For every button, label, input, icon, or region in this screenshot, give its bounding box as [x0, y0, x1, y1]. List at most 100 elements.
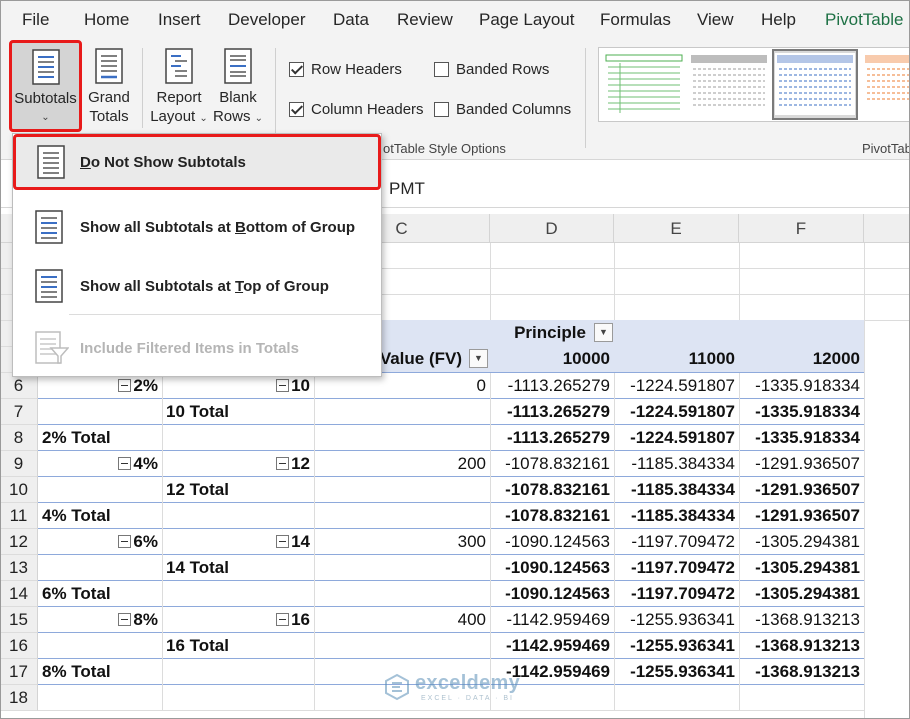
tab-page-layout[interactable]: Page Layout [479, 10, 574, 30]
pivot-cell-a[interactable]: 2% Total [38, 425, 162, 451]
report-layout-button[interactable]: Report Layout ⌄ [149, 48, 209, 128]
column-header-g[interactable] [864, 214, 910, 243]
pivot-cell-a[interactable]: 4% Total [38, 503, 162, 529]
pivot-cell-d[interactable]: -1078.832161 [490, 477, 614, 503]
tab-view[interactable]: View [697, 10, 734, 30]
collapse-minus-icon[interactable] [118, 535, 131, 548]
pivot-cell-f[interactable]: -1368.913213 [739, 607, 864, 633]
collapse-minus-icon[interactable] [118, 379, 131, 392]
pivot-cell-b[interactable]: 16 Total [162, 633, 314, 659]
pivot-cell-d[interactable]: -1090.124563 [490, 529, 614, 555]
tab-formulas[interactable]: Formulas [600, 10, 671, 30]
pivot-cell-a[interactable]: 8% [38, 607, 162, 633]
tab-developer[interactable]: Developer [228, 10, 306, 30]
pivot-cell-c[interactable]: 300 [314, 529, 490, 555]
pivot-cell-e[interactable]: -1185.384334 [614, 503, 739, 529]
formula-bar-text[interactable]: PMT [389, 179, 425, 199]
pivot-cell-a[interactable]: 4% [38, 451, 162, 477]
subtotals-button[interactable]: Subtotals ⌄ [9, 40, 82, 132]
pivot-cell-c[interactable]: 400 [314, 607, 490, 633]
pivot-cell-e[interactable]: -1224.591807 [614, 425, 739, 451]
column-field-filter-button[interactable]: ▼ [594, 323, 613, 342]
pivot-cell-e[interactable]: -1224.591807 [614, 373, 739, 399]
row-header[interactable]: 10 [0, 477, 38, 503]
pivot-cell-d[interactable]: -1078.832161 [490, 503, 614, 529]
row-header[interactable]: 7 [0, 399, 38, 425]
pivot-cell-b[interactable]: 14 [162, 529, 314, 555]
pivot-cell-a[interactable]: 8% Total [38, 659, 162, 685]
row-header[interactable]: 17 [0, 659, 38, 685]
pivot-style-thumbnail-orange[interactable] [863, 53, 909, 115]
column-headers-checkbox[interactable]: Column Headers [289, 101, 424, 118]
pivot-cell-f[interactable]: -1305.294381 [739, 529, 864, 555]
tab-home[interactable]: Home [84, 10, 129, 30]
pivot-cell-e[interactable]: -1185.384334 [614, 477, 739, 503]
pivot-cell-e[interactable]: -1197.709472 [614, 581, 739, 607]
column-header-e[interactable]: E [614, 214, 739, 243]
value-field-filter-button[interactable]: ▼ [469, 349, 488, 368]
pivot-cell-b[interactable]: 12 [162, 451, 314, 477]
pivot-cell-f[interactable]: -1305.294381 [739, 555, 864, 581]
row-header[interactable]: 13 [0, 555, 38, 581]
pivot-cell-d[interactable]: -1113.265279 [490, 425, 614, 451]
pivot-cell-c[interactable]: 200 [314, 451, 490, 477]
pivot-cell-b[interactable]: 12 Total [162, 477, 314, 503]
collapse-minus-icon[interactable] [276, 613, 289, 626]
row-header[interactable]: 8 [0, 425, 38, 451]
blank-rows-button[interactable]: Blank Rows ⌄ [210, 48, 266, 128]
pivot-style-thumbnail-gray[interactable] [689, 53, 769, 115]
row-header[interactable]: 14 [0, 581, 38, 607]
collapse-minus-icon[interactable] [118, 457, 131, 470]
pivot-cell-f[interactable]: -1291.936507 [739, 503, 864, 529]
pivot-cell-e[interactable]: -1224.591807 [614, 399, 739, 425]
pivot-cell-e[interactable]: -1255.936341 [614, 607, 739, 633]
row-header[interactable]: 15 [0, 607, 38, 633]
pivot-cell-f[interactable]: -1335.918334 [739, 425, 864, 451]
row-header[interactable]: 16 [0, 633, 38, 659]
pivot-cell-b[interactable]: 16 [162, 607, 314, 633]
tab-pivottable[interactable]: PivotTable [825, 10, 903, 30]
pivot-cell-d[interactable]: -1113.265279 [490, 399, 614, 425]
pivot-cell-f[interactable]: -1335.918334 [739, 399, 864, 425]
tab-help[interactable]: Help [761, 10, 796, 30]
pivot-cell-f[interactable]: -1368.913213 [739, 659, 864, 685]
pivot-cell-b[interactable]: 14 Total [162, 555, 314, 581]
tab-data[interactable]: Data [333, 10, 369, 30]
pivot-cell-d[interactable]: -1113.265279 [490, 373, 614, 399]
banded-rows-checkbox[interactable]: Banded Rows [434, 61, 549, 78]
collapse-minus-icon[interactable] [276, 535, 289, 548]
tab-file[interactable]: File [22, 10, 49, 30]
pivot-cell-d[interactable]: -1078.832161 [490, 451, 614, 477]
column-header-d[interactable]: D [490, 214, 614, 243]
row-header[interactable]: 9 [0, 451, 38, 477]
pivot-cell-e[interactable]: -1197.709472 [614, 555, 739, 581]
pivot-cell-d[interactable]: -1090.124563 [490, 581, 614, 607]
menu-item-subtotals-top[interactable]: Show all Subtotals at Top of Group [13, 258, 381, 314]
menu-item-include-filtered-items[interactable]: Include Filtered Items in Totals [13, 320, 381, 376]
collapse-minus-icon[interactable] [276, 379, 289, 392]
row-header[interactable]: 18 [0, 685, 38, 711]
pivot-cell-b[interactable]: 10 Total [162, 399, 314, 425]
pivot-cell-d[interactable]: -1142.959469 [490, 607, 614, 633]
pivot-cell-e[interactable]: -1255.936341 [614, 659, 739, 685]
menu-item-subtotals-bottom[interactable]: Show all Subtotals at Bottom of Group [13, 199, 381, 255]
pivot-cell-a[interactable]: 6% [38, 529, 162, 555]
tab-review[interactable]: Review [397, 10, 453, 30]
row-headers-checkbox[interactable]: Row Headers [289, 61, 402, 78]
pivot-cell-f[interactable]: -1305.294381 [739, 581, 864, 607]
pivot-cell-f[interactable]: -1368.913213 [739, 633, 864, 659]
pivot-style-thumbnail-green[interactable] [604, 53, 684, 115]
pivot-cell-f[interactable]: -1291.936507 [739, 451, 864, 477]
banded-columns-checkbox[interactable]: Banded Columns [434, 101, 571, 118]
row-header[interactable]: 11 [0, 503, 38, 529]
pivot-cell-f[interactable]: -1291.936507 [739, 477, 864, 503]
tab-insert[interactable]: Insert [158, 10, 201, 30]
pivot-cell-d[interactable]: -1142.959469 [490, 633, 614, 659]
pivot-cell-e[interactable]: -1197.709472 [614, 529, 739, 555]
column-header-f[interactable]: F [739, 214, 864, 243]
row-header[interactable]: 12 [0, 529, 38, 555]
menu-item-do-not-show-subtotals[interactable]: Do Not Show Subtotals [13, 134, 381, 190]
pivot-cell-d[interactable]: -1090.124563 [490, 555, 614, 581]
collapse-minus-icon[interactable] [118, 613, 131, 626]
pivot-cell-a[interactable]: 6% Total [38, 581, 162, 607]
